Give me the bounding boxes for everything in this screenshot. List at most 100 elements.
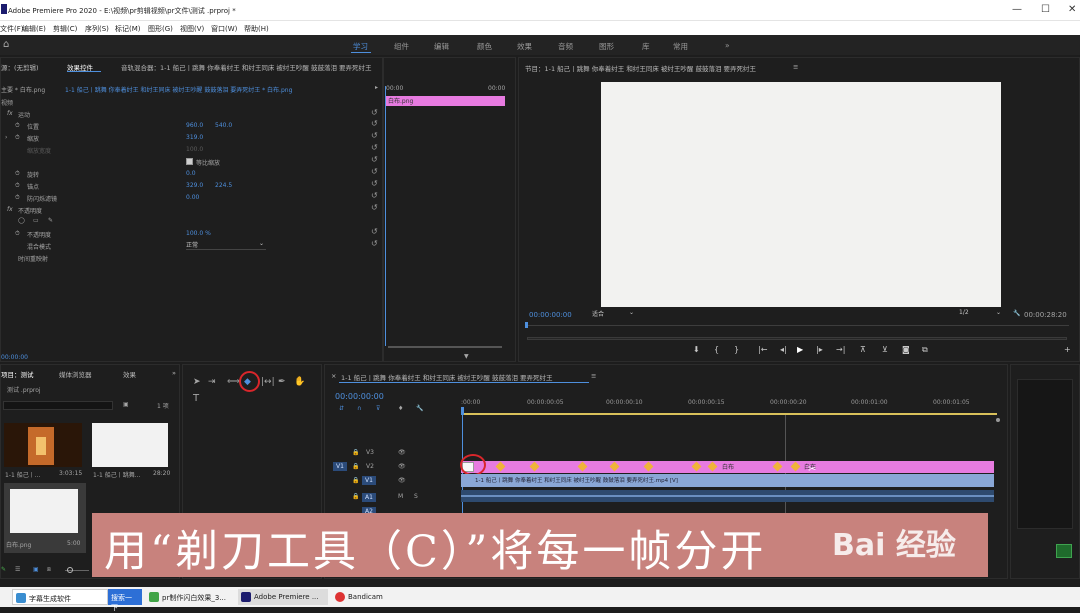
blend-reset-icon[interactable]: ↺: [371, 239, 378, 248]
ws-common[interactable]: 常用: [673, 41, 688, 52]
anchor-reset-icon[interactable]: ↺: [371, 179, 378, 188]
uniform-scale-checkbox[interactable]: [186, 158, 193, 167]
go-to-in-icon[interactable]: |←: [758, 345, 767, 354]
taskbar-item[interactable]: pr制作闪白效果_3...: [146, 589, 234, 605]
stopwatch-icon[interactable]: ⏱: [15, 230, 20, 238]
mini-scrollbar[interactable]: [388, 346, 502, 348]
mini-playhead[interactable]: [385, 86, 386, 346]
go-to-out-icon[interactable]: →|: [836, 345, 845, 354]
tab-effects[interactable]: 效果: [123, 369, 136, 379]
zoom-slider-handle[interactable]: [67, 567, 73, 573]
taskbar-item-active[interactable]: Adobe Premiere ...: [238, 589, 328, 605]
opacity-reset-icon[interactable]: ↺: [371, 227, 378, 236]
menu-file[interactable]: 文件(F): [0, 24, 24, 34]
expand-chevron-icon[interactable]: ›: [5, 134, 7, 141]
add-button-icon[interactable]: +: [1064, 345, 1071, 354]
ws-learn[interactable]: 学习: [353, 41, 368, 52]
anchor-y-value[interactable]: 224.5: [215, 182, 232, 189]
position-x-value[interactable]: 960.0: [186, 122, 203, 129]
ws-audio[interactable]: 音频: [558, 41, 573, 52]
menu-help[interactable]: 帮助(H): [244, 24, 269, 34]
ellipse-mask-icon[interactable]: ◯: [18, 217, 25, 224]
camera-icon[interactable]: ◙: [902, 345, 910, 354]
track-lock-icon[interactable]: 🔒: [352, 493, 359, 500]
folder-icon[interactable]: ▣: [123, 401, 129, 408]
track-select-tool-icon[interactable]: ⇥: [208, 377, 216, 387]
menu-graphics[interactable]: 图形(G): [148, 24, 173, 34]
solo-button[interactable]: S: [414, 493, 418, 500]
hand-tool-icon[interactable]: ✋: [294, 377, 305, 387]
tab-source[interactable]: 源：(无剪辑): [1, 62, 39, 72]
wrench-icon[interactable]: 🔧: [1013, 310, 1020, 317]
resolution-select[interactable]: 1/2 ⌄: [959, 309, 1003, 319]
scale-reset-icon[interactable]: ↺: [371, 131, 378, 140]
wrench-icon[interactable]: 🔧: [416, 405, 423, 412]
tab-project[interactable]: 项目：测试: [1, 369, 34, 379]
lift-icon[interactable]: ⊼: [860, 345, 866, 354]
home-icon[interactable]: ⌂: [3, 39, 9, 50]
v-scroll-handle[interactable]: [996, 418, 1000, 422]
menu-clip[interactable]: 剪辑(C): [53, 24, 77, 34]
icon-view-icon[interactable]: ▣: [33, 566, 39, 573]
flicker-value[interactable]: 0.00: [186, 194, 199, 201]
blend-mode-select[interactable]: 正常 ⌄: [186, 240, 266, 250]
v1-clip[interactable]: 1-1 船己丨跳舞 你奉着纣王 和纣王同床 被纣王吵醒 鼓鼓落泪 要弄死纣王.m…: [461, 474, 994, 487]
ws-libraries[interactable]: 库: [642, 41, 650, 52]
timeline-work-area[interactable]: [461, 413, 997, 415]
mark-out-icon[interactable]: }: [734, 345, 739, 354]
program-scrub-bar[interactable]: [525, 325, 1069, 326]
track-eye-icon[interactable]: 👁: [398, 477, 406, 484]
track-label-v3[interactable]: V3: [366, 449, 374, 456]
project-item-thumb[interactable]: [92, 423, 168, 467]
zoom-scrollbar[interactable]: [527, 337, 1067, 340]
anchor-x-value[interactable]: 329.0: [186, 182, 203, 189]
timeline-menu-icon[interactable]: ≡: [591, 372, 596, 380]
rotation-value[interactable]: 0.0: [186, 170, 196, 177]
play-only-icon[interactable]: ▸: [375, 84, 378, 91]
track-label-v1[interactable]: V1: [362, 476, 376, 485]
timeline-sequence-title[interactable]: 1-1 船己丨跳舞 你奉着纣王 和纣王同床 被纣王吵醒 鼓鼓落泪 要弄死纣王: [341, 372, 553, 382]
checkbox-box[interactable]: [186, 158, 193, 165]
stopwatch-icon[interactable]: ⏱: [15, 122, 20, 130]
track-lock-icon[interactable]: 🔒: [352, 449, 359, 456]
panel-more-icon[interactable]: »: [172, 369, 176, 377]
freeform-view-icon[interactable]: ⧈: [47, 566, 51, 574]
slip-tool-icon[interactable]: |↔|: [261, 377, 275, 387]
track-label-a1[interactable]: A1: [362, 493, 376, 502]
add-marker-icon[interactable]: ⊽: [376, 405, 380, 412]
track-label-v2[interactable]: V2: [366, 463, 374, 470]
timeline-playhead-handle[interactable]: [461, 407, 464, 415]
stopwatch-icon[interactable]: ⏱: [15, 170, 20, 178]
program-timecode[interactable]: 00:00:00:00: [529, 311, 572, 319]
stopwatch-icon[interactable]: ⏱: [15, 182, 20, 190]
pen-mask-icon[interactable]: ✎: [48, 217, 53, 224]
step-back-icon[interactable]: ◂|: [780, 345, 787, 354]
scale-value[interactable]: 319.0: [186, 134, 203, 141]
fx-badge[interactable]: fx: [7, 110, 13, 117]
stopwatch-icon[interactable]: ⏱: [15, 194, 20, 202]
taskbar-item[interactable]: Bandicam: [332, 589, 402, 605]
tab-media-browser[interactable]: 媒体浏览器: [59, 369, 92, 379]
fit-select[interactable]: 适合 ⌄: [592, 309, 636, 319]
scale-width-reset-icon[interactable]: ↺: [371, 143, 378, 152]
position-reset-icon[interactable]: ↺: [371, 119, 378, 128]
pen-tool-icon[interactable]: ✒: [278, 377, 286, 387]
flicker-reset-icon[interactable]: ↺: [371, 191, 378, 200]
ws-more[interactable]: »: [725, 41, 730, 50]
source-clip-label[interactable]: 主要 * 白布.png: [1, 85, 45, 94]
menu-marker[interactable]: 标记(M): [115, 24, 141, 34]
menu-sequence[interactable]: 序列(S): [85, 24, 109, 34]
snap-icon[interactable]: ⇵: [339, 405, 344, 412]
sequence-clip-label[interactable]: 1-1 船己丨跳舞 你奉着纣王 和纣王同床 被纣王吵醒 鼓鼓落泪 要弄死纣王 *…: [65, 85, 365, 94]
mute-button[interactable]: M: [398, 493, 403, 500]
time-remap-label[interactable]: 时间重映射: [18, 254, 48, 263]
track-lock-icon[interactable]: 🔒: [352, 463, 359, 470]
program-playhead[interactable]: [525, 322, 528, 328]
filter-icon[interactable]: ▼: [464, 353, 469, 360]
play-icon[interactable]: ▶: [797, 345, 803, 354]
menu-view[interactable]: 视图(V): [180, 24, 204, 34]
track-eye-icon[interactable]: 👁: [398, 463, 406, 470]
project-search-input[interactable]: [3, 401, 113, 410]
ws-color[interactable]: 颜色: [477, 41, 492, 52]
mark-in-icon[interactable]: {: [714, 345, 719, 354]
